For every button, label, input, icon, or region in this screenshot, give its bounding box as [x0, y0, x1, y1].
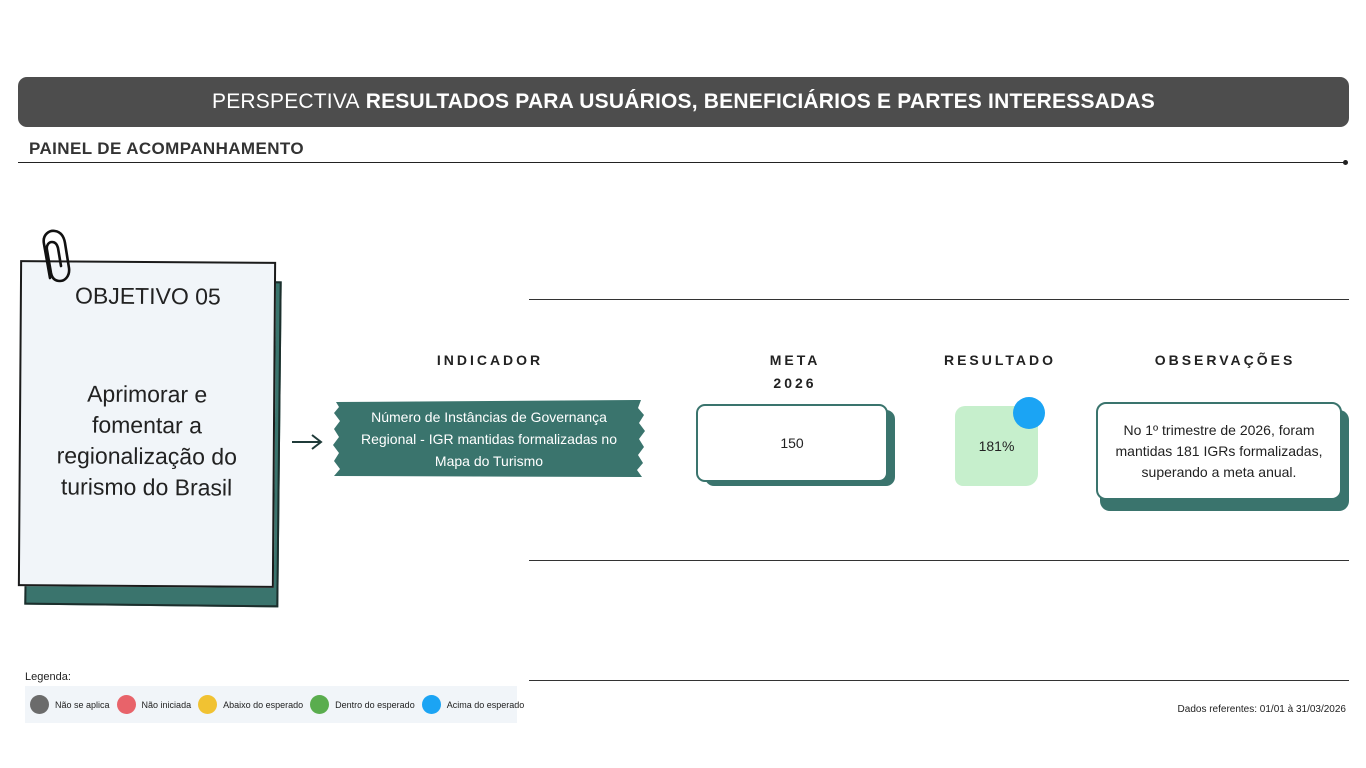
- legend-dot: [30, 695, 49, 714]
- legend-item-abaixo: Abaixo do esperado: [198, 695, 303, 714]
- legend-label: Dentro do esperado: [335, 699, 415, 710]
- legend-label: Abaixo do esperado: [223, 699, 304, 710]
- legend-label: Acima do esperado: [446, 699, 525, 710]
- meta-value-box: 150: [696, 404, 888, 482]
- objective-text: Aprimorar e fomentar a regionalização do…: [56, 380, 238, 501]
- indicator-label-box: Número de Instâncias de Governança Regio…: [332, 400, 645, 477]
- status-indicator-dot: [1013, 397, 1045, 429]
- result-value: 181%: [978, 438, 1015, 454]
- panel-subtitle: PAINEL DE ACOMPANHAMENTO: [29, 139, 305, 158]
- column-header-meta-line2: 2026: [773, 375, 817, 391]
- legend-item-nao-se-aplica: Não se aplica: [30, 695, 110, 714]
- legend-dot: [421, 695, 441, 714]
- observation-text: No 1º trimestre de 2026, foram mantidas …: [1115, 421, 1323, 480]
- column-header-meta: META 2026: [745, 349, 845, 395]
- subtitle-divider: [18, 162, 1346, 163]
- column-header-observations: OBSERVAÇÕES: [1154, 352, 1296, 368]
- footer-divider: [529, 680, 1349, 681]
- legend-dot: [198, 695, 218, 714]
- row-divider-bottom: [529, 560, 1349, 561]
- legend-dot: [310, 695, 330, 714]
- legend-item-dentro: Dentro do esperado: [310, 695, 415, 714]
- column-header-result: RESULTADO: [943, 352, 1057, 368]
- paperclip-icon: [42, 229, 71, 283]
- legend-item-nao-iniciada: Não iniciada: [116, 695, 192, 714]
- legend-title: Legenda:: [25, 671, 71, 683]
- meta-value: 150: [780, 435, 804, 451]
- banner-prefix: PERSPECTIVA: [212, 90, 360, 113]
- indicator-text: Número de Instâncias de Governança Regio…: [360, 408, 617, 469]
- objective-label: OBJETIVO 05: [74, 282, 221, 310]
- legend-label: Não iniciada: [141, 699, 192, 710]
- column-header-indicator: INDICADOR: [436, 352, 544, 368]
- legend-item-acima: Acima do esperado: [421, 695, 525, 714]
- divider-end-dot: [1343, 160, 1348, 165]
- banner-title: RESULTADOS PARA USUÁRIOS, BENEFICIÁRIOS …: [365, 90, 1155, 113]
- legend: Não se aplica Não iniciada Abaixo do esp…: [25, 686, 524, 723]
- observation-box: No 1º trimestre de 2026, foram mantidas …: [1096, 402, 1342, 500]
- row-divider-top: [529, 299, 1349, 300]
- objective-card: OBJETIVO 05 Aprimorar e fomentar a regio…: [17, 260, 277, 588]
- legend-label: Não se aplica: [55, 699, 110, 710]
- arrow-right-icon: [292, 434, 323, 450]
- legend-dot: [116, 695, 136, 714]
- column-header-meta-line1: META: [769, 352, 821, 368]
- data-reference-date: Dados referentes: 01/01 à 31/03/2026: [1177, 704, 1346, 715]
- perspective-banner: PERSPECTIVA RESULTADOS PARA USUÁRIOS, BE…: [18, 77, 1349, 127]
